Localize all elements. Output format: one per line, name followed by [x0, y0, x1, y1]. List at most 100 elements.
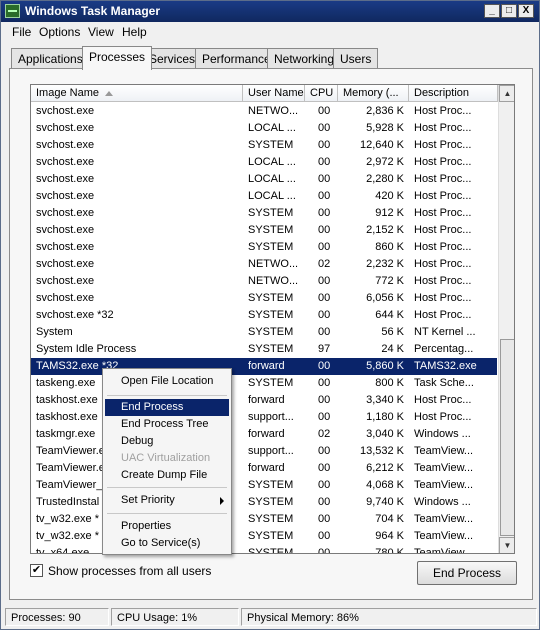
menu-view[interactable]: View: [88, 25, 114, 39]
minimize-button[interactable]: _: [484, 4, 500, 18]
context-menu-item[interactable]: Set Priority: [105, 492, 229, 509]
menu-options[interactable]: Options: [39, 25, 80, 39]
tab-users[interactable]: Users: [333, 48, 379, 69]
table-row[interactable]: svchost.exe LOCAL ... 00 2,280 K Host Proc..…: [31, 171, 497, 188]
cell-memory: 704 K: [375, 513, 404, 525]
title-bar[interactable]: Windows Task Manager _ □ X: [1, 1, 539, 22]
table-row[interactable]: svchost.exe *32 SYSTEM 00 644 K Host Proc...: [31, 307, 497, 324]
cell-user-name: SYSTEM: [248, 241, 294, 253]
table-row[interactable]: svchost.exe LOCAL ... 00 2,972 K Host Proc..…: [31, 154, 497, 171]
cell-memory: 780 K: [375, 547, 404, 554]
tab-processes[interactable]: Processes: [82, 46, 153, 70]
cell-description: TAMS32.exe: [414, 360, 477, 372]
cell-memory: 5,860 K: [366, 360, 404, 372]
cell-cpu: 00: [318, 530, 331, 542]
cell-cpu: 00: [318, 513, 331, 525]
context-menu-item[interactable]: Properties: [105, 518, 229, 535]
table-row[interactable]: System SYSTEM 00 56 K NT Kernel ...: [31, 324, 497, 341]
cell-memory: 6,056 K: [366, 292, 404, 304]
tab-applications[interactable]: Applications: [11, 48, 90, 69]
context-menu-item[interactable]: Debug: [105, 433, 229, 450]
end-process-button[interactable]: End Process: [417, 561, 517, 585]
cell-description: Host Proc...: [414, 122, 472, 134]
table-row[interactable]: System Idle Process SYSTEM 97 24 K Percentag…: [31, 341, 497, 358]
cell-memory: 2,972 K: [366, 156, 404, 168]
cell-image-name: TeamViewer.e: [36, 445, 105, 457]
cell-user-name: LOCAL ...: [248, 173, 296, 185]
cell-user-name: NETWO...: [248, 258, 299, 270]
cell-cpu: 00: [318, 156, 331, 168]
table-row[interactable]: TeamViewer_ SYSTEM 00 4,068 K TeamView...: [31, 477, 497, 494]
menu-file[interactable]: File: [12, 25, 31, 39]
table-row[interactable]: svchost.exe NETWO... 00 772 K Host Proc...: [31, 273, 497, 290]
cell-image-name: svchost.exe: [36, 207, 95, 219]
menu-bar: File Options View Help: [1, 22, 539, 42]
show-all-users-checkbox[interactable]: ✔: [30, 564, 43, 577]
column-image-name[interactable]: Image Name: [31, 85, 243, 102]
table-row[interactable]: taskhost.exe forward 00 3,340 K Host Proc...: [31, 392, 497, 409]
cell-image-name: svchost.exe: [36, 173, 95, 185]
task-manager-window: Windows Task Manager _ □ X File Options …: [0, 0, 540, 630]
column-user-name[interactable]: User Name: [243, 85, 305, 102]
menu-help[interactable]: Help: [122, 25, 147, 39]
context-menu-item[interactable]: Open File Location: [105, 373, 229, 390]
context-menu-item[interactable]: Go to Service(s): [105, 535, 229, 552]
scroll-thumb[interactable]: [500, 339, 514, 536]
table-row[interactable]: svchost.exe LOCAL ... 00 420 K Host Proc...: [31, 188, 497, 205]
column-memory[interactable]: Memory (...: [338, 85, 409, 102]
cell-description: Host Proc...: [414, 275, 472, 287]
table-row[interactable]: TeamViewer.e forward 00 6,212 K TeamView...: [31, 460, 497, 477]
cell-image-name: svchost.exe: [36, 241, 95, 253]
context-menu-item[interactable]: End Process: [105, 399, 229, 416]
cell-user-name: NETWO...: [248, 105, 299, 117]
table-row[interactable]: svchost.exe SYSTEM 00 912 K Host Proc...: [31, 205, 497, 222]
table-row[interactable]: svchost.exe NETWO... 02 2,232 K Host Proc...: [31, 256, 497, 273]
cell-memory: 56 K: [381, 326, 404, 338]
close-button[interactable]: X: [518, 4, 534, 18]
vertical-scrollbar[interactable]: ▲ ▼: [498, 85, 514, 553]
window-title: Windows Task Manager: [25, 4, 161, 18]
cell-memory: 5,928 K: [366, 122, 404, 134]
menu-separator: [107, 487, 227, 488]
table-row[interactable]: svchost.exe SYSTEM 00 6,056 K Host Proc...: [31, 290, 497, 307]
table-row[interactable]: svchost.exe SYSTEM 00 2,152 K Host Proc...: [31, 222, 497, 239]
cell-image-name: svchost.exe: [36, 292, 95, 304]
context-menu-item-label: Create Dump File: [121, 469, 208, 481]
cell-memory: 24 K: [381, 343, 404, 355]
cell-user-name: forward: [248, 462, 285, 474]
context-menu-item[interactable]: Create Dump File: [105, 467, 229, 484]
table-row[interactable]: taskeng.exe SYSTEM 00 800 K Task Sche...: [31, 375, 497, 392]
table-row[interactable]: TrustedInstal SYSTEM 00 9,740 K Windows ...: [31, 494, 497, 511]
show-all-users-label[interactable]: Show processes from all users: [48, 564, 211, 578]
cell-cpu: 00: [318, 309, 331, 321]
maximize-button[interactable]: □: [501, 4, 517, 18]
cell-description: Host Proc...: [414, 292, 472, 304]
status-cpu-usage: CPU Usage: 1%: [111, 608, 239, 626]
cell-description: Task Sche...: [414, 377, 474, 389]
tab-performance[interactable]: Performance: [195, 48, 278, 69]
scroll-down-icon[interactable]: ▼: [499, 537, 514, 553]
column-cpu[interactable]: CPU: [305, 85, 338, 102]
table-row[interactable]: TAMS32.exe *32 forward 00 5,860 K TAMS32.exe: [31, 358, 497, 375]
table-row[interactable]: TeamViewer.e support... 00 13,532 K TeamView…: [31, 443, 497, 460]
table-row[interactable]: tv_w32.exe * SYSTEM 00 964 K TeamView...: [31, 528, 497, 545]
table-row[interactable]: svchost.exe NETWO... 00 2,836 K Host Proc...: [31, 103, 497, 120]
table-row[interactable]: svchost.exe SYSTEM 00 12,640 K Host Proc...: [31, 137, 497, 154]
cell-image-name: System Idle Process: [36, 343, 137, 355]
tab-networking[interactable]: Networking: [267, 48, 342, 69]
table-row[interactable]: tv_w32.exe * SYSTEM 00 704 K TeamView...: [31, 511, 497, 528]
table-row[interactable]: taskmgr.exe forward 02 3,040 K Windows ...: [31, 426, 497, 443]
table-row[interactable]: tv_x64.exe SYSTEM 00 780 K TeamView...: [31, 545, 497, 554]
context-menu-item-label: Set Priority: [121, 494, 175, 506]
context-menu-item-label: End Process Tree: [121, 418, 209, 430]
cell-image-name: tv_x64.exe: [36, 547, 90, 554]
table-row[interactable]: svchost.exe LOCAL ... 00 5,928 K Host Proc..…: [31, 120, 497, 137]
table-row[interactable]: svchost.exe SYSTEM 00 860 K Host Proc...: [31, 239, 497, 256]
scroll-up-icon[interactable]: ▲: [499, 85, 514, 102]
table-row[interactable]: taskhost.exe support... 00 1,180 K Host Proc…: [31, 409, 497, 426]
cell-description: Percentag...: [414, 343, 474, 355]
cell-image-name: svchost.exe: [36, 190, 95, 202]
context-menu-item[interactable]: End Process Tree: [105, 416, 229, 433]
cell-description: Windows ...: [414, 496, 471, 508]
column-description[interactable]: Description: [409, 85, 498, 102]
